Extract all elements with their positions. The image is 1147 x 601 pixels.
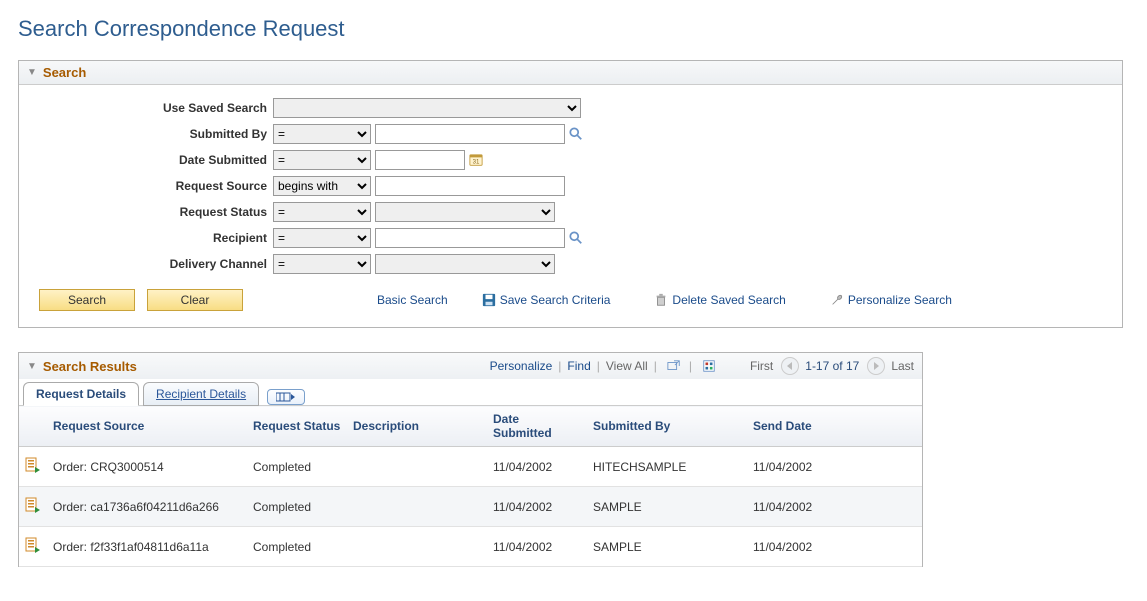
cell-dateSubmitted: 11/04/2002: [487, 527, 587, 567]
trash-icon: [654, 293, 668, 307]
basic-search-link[interactable]: Basic Search: [377, 293, 448, 307]
cell-requestStatus: Completed: [247, 447, 347, 487]
date-submitted-op[interactable]: =: [273, 150, 371, 170]
wrench-icon: [830, 293, 844, 307]
show-all-columns-icon[interactable]: [267, 389, 305, 405]
results-panel-title: Search Results: [43, 359, 137, 374]
cell-description: [347, 447, 487, 487]
cell-requestSource: Order: f2f33f1af04811d6a11a: [47, 527, 247, 567]
tab-request-details[interactable]: Request Details: [23, 382, 139, 406]
label-date-submitted: Date Submitted: [29, 153, 273, 167]
table-row: Order: f2f33f1af04811d6a11aCompleted 11/0…: [19, 527, 922, 567]
row-detail-icon[interactable]: [19, 447, 47, 487]
cell-submittedBy: HITECHSAMPLE: [587, 447, 747, 487]
cell-requestSource: Order: CRQ3000514: [47, 447, 247, 487]
search-panel: ▼ Search Use Saved Search Submitted By =…: [18, 60, 1123, 328]
table-row: Order: ca1736a6f04211d6a266Completed 11/0…: [19, 487, 922, 527]
col-send-date[interactable]: Send Date: [747, 406, 922, 447]
cell-description: [347, 487, 487, 527]
request-source-op[interactable]: begins with: [273, 176, 371, 196]
request-status-op[interactable]: =: [273, 202, 371, 222]
tabstrip: Request Details Recipient Details: [19, 379, 922, 405]
cell-description: [347, 527, 487, 567]
cell-submittedBy: SAMPLE: [587, 527, 747, 567]
col-description[interactable]: Description: [347, 406, 487, 447]
clear-button[interactable]: Clear: [147, 289, 243, 311]
label-submitted-by: Submitted By: [29, 127, 273, 141]
results-panel: ▼ Search Results Personalize | Find | Vi…: [18, 352, 923, 567]
next-page-icon[interactable]: [867, 357, 885, 375]
view-all-link[interactable]: View All: [606, 359, 648, 373]
label-request-source: Request Source: [29, 179, 273, 193]
delete-saved-search-label: Delete Saved Search: [672, 293, 785, 307]
save-search-criteria-link[interactable]: Save Search Criteria: [482, 293, 611, 307]
search-panel-title: Search: [43, 65, 86, 80]
personalize-link[interactable]: Personalize: [490, 359, 553, 373]
cell-requestStatus: Completed: [247, 527, 347, 567]
page-title: Search Correspondence Request: [18, 16, 1129, 42]
page-range: 1-17 of 17: [805, 359, 859, 373]
lookup-icon[interactable]: [567, 125, 585, 143]
row-detail-icon[interactable]: [19, 527, 47, 567]
prev-page-icon[interactable]: [781, 357, 799, 375]
personalize-search-link[interactable]: Personalize Search: [830, 293, 952, 307]
label-use-saved-search: Use Saved Search: [29, 101, 273, 115]
last-link[interactable]: Last: [891, 359, 914, 373]
download-icon[interactable]: [700, 357, 718, 375]
cell-sendDate: 11/04/2002: [747, 487, 922, 527]
col-date-submitted[interactable]: Date Submitted: [487, 406, 587, 447]
svg-text:31: 31: [473, 159, 480, 166]
col-submitted-by[interactable]: Submitted By: [587, 406, 747, 447]
cell-sendDate: 11/04/2002: [747, 527, 922, 567]
date-submitted-input[interactable]: [375, 150, 465, 170]
disk-icon: [482, 293, 496, 307]
use-saved-search-select[interactable]: [273, 98, 581, 118]
search-button[interactable]: Search: [39, 289, 135, 311]
personalize-search-label: Personalize Search: [848, 293, 952, 307]
request-status-select[interactable]: [375, 202, 555, 222]
request-source-input[interactable]: [375, 176, 565, 196]
cell-dateSubmitted: 11/04/2002: [487, 447, 587, 487]
save-search-criteria-label: Save Search Criteria: [500, 293, 611, 307]
submitted-by-input[interactable]: [375, 124, 565, 144]
cell-submittedBy: SAMPLE: [587, 487, 747, 527]
find-link[interactable]: Find: [567, 359, 590, 373]
recipient-op[interactable]: =: [273, 228, 371, 248]
label-request-status: Request Status: [29, 205, 273, 219]
label-recipient: Recipient: [29, 231, 273, 245]
collapse-arrow-icon: ▼: [27, 67, 37, 78]
tab-recipient-details-label: Recipient Details: [156, 387, 246, 401]
label-delivery-channel: Delivery Channel: [29, 257, 273, 271]
tab-recipient-details[interactable]: Recipient Details: [143, 382, 259, 406]
col-request-status[interactable]: Request Status: [247, 406, 347, 447]
table-row: Order: CRQ3000514Completed 11/04/2002HITE…: [19, 447, 922, 487]
submitted-by-op[interactable]: =: [273, 124, 371, 144]
search-panel-header[interactable]: ▼ Search: [19, 61, 1122, 85]
zoom-icon[interactable]: [665, 357, 683, 375]
row-detail-icon[interactable]: [19, 487, 47, 527]
results-grid: Request Source Request Status Descriptio…: [19, 405, 922, 567]
recipient-input[interactable]: [375, 228, 565, 248]
lookup-icon[interactable]: [567, 229, 585, 247]
delivery-channel-op[interactable]: =: [273, 254, 371, 274]
cell-sendDate: 11/04/2002: [747, 447, 922, 487]
collapse-arrow-icon: ▼: [27, 361, 37, 372]
cell-requestStatus: Completed: [247, 487, 347, 527]
cell-dateSubmitted: 11/04/2002: [487, 487, 587, 527]
col-request-source[interactable]: Request Source: [47, 406, 247, 447]
first-link[interactable]: First: [750, 359, 773, 373]
delivery-channel-select[interactable]: [375, 254, 555, 274]
calendar-icon[interactable]: 31: [467, 151, 485, 169]
delete-saved-search-link[interactable]: Delete Saved Search: [654, 293, 785, 307]
cell-requestSource: Order: ca1736a6f04211d6a266: [47, 487, 247, 527]
